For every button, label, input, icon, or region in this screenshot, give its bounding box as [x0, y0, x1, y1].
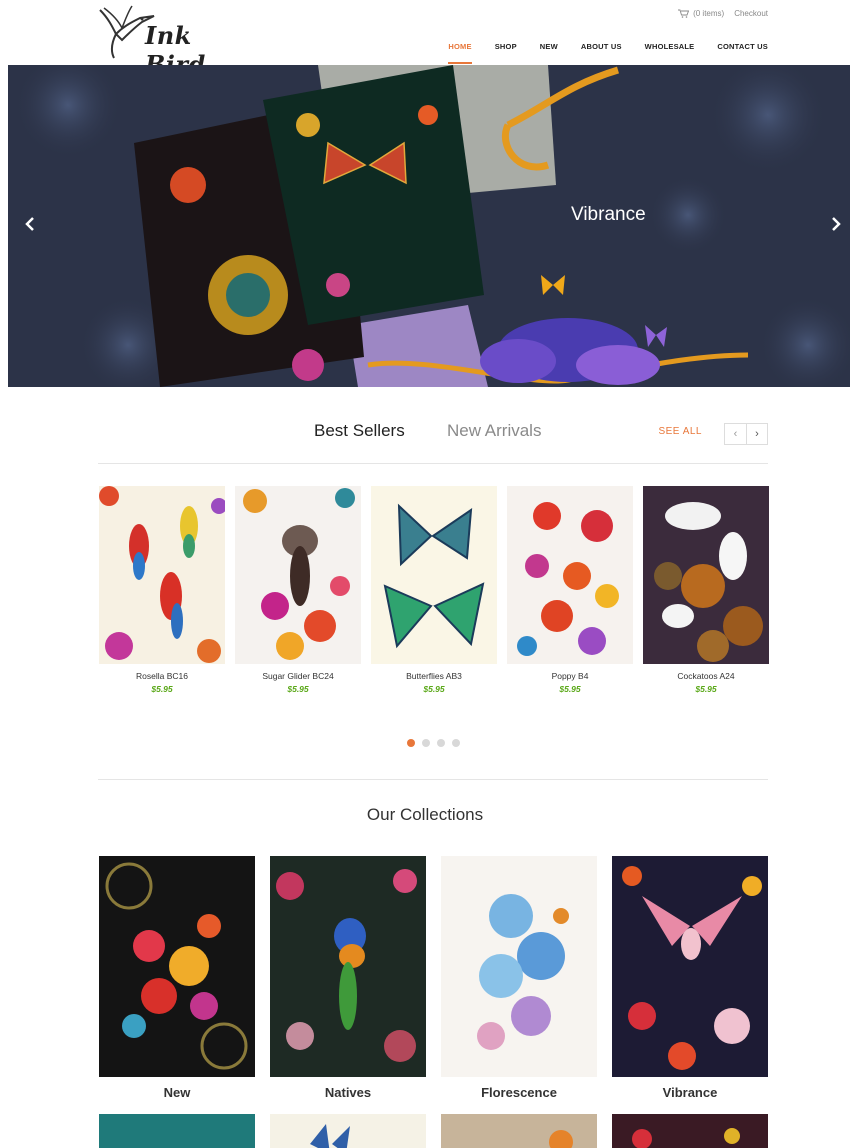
collection-label[interactable]: Florescence: [441, 1085, 597, 1100]
cart-link[interactable]: (0 items): [678, 9, 724, 18]
collection-card-natives[interactable]: Natives: [270, 856, 426, 1100]
chevron-left-icon: [25, 217, 34, 231]
product-image-butterflies[interactable]: [371, 486, 497, 664]
hero-image: [8, 65, 850, 387]
nav-home[interactable]: HOME: [448, 42, 473, 64]
product-image-poppy[interactable]: [507, 486, 633, 664]
cart-count: (0 items): [693, 9, 725, 18]
collection-card[interactable]: [270, 1114, 426, 1148]
product-image-cockatoos[interactable]: [643, 486, 769, 664]
product-tabs: Best Sellers New Arrivals SEE ALL ‹ ›: [98, 414, 768, 464]
carousel-dot[interactable]: [407, 739, 415, 747]
collection-card-florescence[interactable]: Florescence: [441, 856, 597, 1100]
collection-image[interactable]: [612, 856, 768, 1077]
nav-new[interactable]: NEW: [540, 42, 558, 64]
product-price: $5.95: [151, 684, 173, 694]
checkout-link[interactable]: Checkout: [734, 9, 768, 18]
collection-card-vibrance[interactable]: Vibrance: [612, 856, 768, 1100]
collection-card-new[interactable]: New: [99, 856, 255, 1100]
collection-label[interactable]: Natives: [270, 1085, 426, 1100]
nav-contact-us[interactable]: CONTACT US: [717, 42, 768, 64]
nav-wholesale[interactable]: WHOLESALE: [645, 42, 695, 64]
collection-image[interactable]: [270, 856, 426, 1077]
product-name[interactable]: Rosella BC16: [99, 671, 225, 681]
collection-card[interactable]: [612, 1114, 768, 1148]
product-card[interactable]: Sugar Glider BC24 $5.95: [235, 486, 361, 694]
product-card[interactable]: Rosella BC16 $5.95: [99, 486, 225, 694]
hero-slider: Vibrance: [8, 65, 850, 387]
product-name[interactable]: Poppy B4: [507, 671, 633, 681]
chevron-right-icon: [832, 217, 841, 231]
nav-about-us[interactable]: ABOUT US: [581, 42, 622, 64]
product-price: $5.95: [423, 684, 445, 694]
see-all-link[interactable]: SEE ALL: [658, 426, 702, 437]
carousel-prev-button[interactable]: ‹: [725, 424, 746, 444]
tab-best-sellers[interactable]: Best Sellers: [314, 421, 405, 441]
site-header: Ink Bird (0 items) Checkout HOME SHOP NE…: [0, 0, 850, 79]
collection-label[interactable]: Vibrance: [612, 1085, 768, 1100]
main-nav: HOME SHOP NEW ABOUT US WHOLESALE CONTACT…: [448, 42, 768, 64]
product-image-rosella[interactable]: [99, 486, 225, 664]
nav-shop[interactable]: SHOP: [495, 42, 517, 64]
carousel-pager: ‹ ›: [724, 423, 768, 445]
product-price: $5.95: [287, 684, 309, 694]
collection-card[interactable]: [441, 1114, 597, 1148]
collection-label[interactable]: New: [99, 1085, 255, 1100]
carousel-dot[interactable]: [437, 739, 445, 747]
section-divider: [98, 779, 768, 780]
product-card[interactable]: Cockatoos A24 $5.95: [643, 486, 769, 694]
logo[interactable]: Ink Bird: [98, 4, 248, 79]
hero-title: Vibrance: [571, 204, 646, 225]
carousel-dots: [407, 739, 460, 747]
product-card[interactable]: Butterflies AB3 $5.95: [371, 486, 497, 694]
product-name[interactable]: Sugar Glider BC24: [235, 671, 361, 681]
tab-new-arrivals[interactable]: New Arrivals: [447, 421, 541, 441]
cart-icon: [678, 9, 690, 18]
product-price: $5.95: [695, 684, 717, 694]
carousel-next-button[interactable]: ›: [746, 424, 767, 444]
collection-image[interactable]: [99, 856, 255, 1077]
product-carousel: Rosella BC16 $5.95 Sugar Glider BC24 $5.…: [99, 486, 769, 706]
carousel-dot[interactable]: [452, 739, 460, 747]
carousel-dot[interactable]: [422, 739, 430, 747]
collection-card[interactable]: [99, 1114, 255, 1148]
product-name[interactable]: Cockatoos A24: [643, 671, 769, 681]
product-name[interactable]: Butterflies AB3: [371, 671, 497, 681]
topbar: (0 items) Checkout: [678, 9, 768, 18]
product-image-sugar-glider[interactable]: [235, 486, 361, 664]
product-card[interactable]: Poppy B4 $5.95: [507, 486, 633, 694]
collections-title: Our Collections: [366, 805, 484, 824]
product-price: $5.95: [559, 684, 581, 694]
hero-next-arrow[interactable]: [830, 214, 842, 236]
page: Ink Bird (0 items) Checkout HOME SHOP NE…: [0, 0, 850, 1148]
hero-prev-arrow[interactable]: [24, 214, 36, 236]
collection-image[interactable]: [441, 856, 597, 1077]
